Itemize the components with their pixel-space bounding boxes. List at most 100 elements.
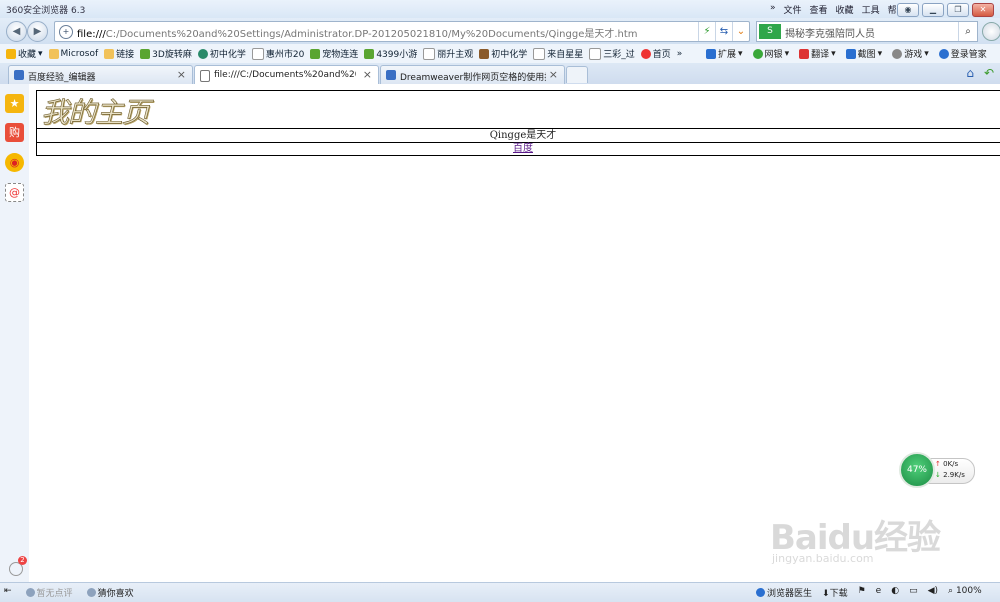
bookmark-item[interactable]: 初中化学 <box>197 47 246 60</box>
menu-bar: » 文件 查看 收藏 工具 帮助 <box>770 3 906 16</box>
star-icon <box>6 48 16 59</box>
bookmark-item[interactable]: 丽升主观 <box>423 47 473 60</box>
lightning-icon[interactable]: ⚡ <box>698 22 715 41</box>
folder-icon <box>104 48 115 59</box>
bookmark-item[interactable]: Microsof <box>48 47 98 60</box>
menu-favorites[interactable]: 收藏 <box>836 3 854 16</box>
bank-button[interactable]: 网银 ▾ <box>752 47 789 60</box>
sync-icon[interactable]: ◐ <box>891 586 899 599</box>
page-heading-text: Qingge是天才 <box>489 130 557 141</box>
browser-doctor-button[interactable]: 浏览器医生 <box>756 586 812 599</box>
bookmark-label: 丽升主观 <box>437 50 474 60</box>
login-manager-button[interactable]: 登录管家 <box>938 47 987 60</box>
search-engine-icon[interactable]: S <box>759 24 781 39</box>
bookmark-label: 初中化学 <box>491 50 528 60</box>
window-controls: ◉ ▁ ❐ ✕ <box>897 3 994 17</box>
recommend-button[interactable]: 猜你喜欢 <box>86 586 134 599</box>
bookmark-item[interactable]: 3D旋转麻 <box>140 47 192 60</box>
game-icon <box>364 48 375 59</box>
volume-icon[interactable]: ◀) <box>928 586 938 599</box>
tab-dreamweaver[interactable]: Dreamweaver制作网页空格的使用技巧_ × <box>380 65 565 85</box>
toolbar-label: 登录管家 <box>950 50 987 60</box>
bookmarks-bar: 收藏 ▾ Microsof 链接 3D旋转麻 初中化学 惠州市20 宠物连连 4… <box>0 44 1000 64</box>
menu-tools[interactable]: 工具 <box>862 3 880 16</box>
book-icon <box>479 48 490 59</box>
home-icon[interactable]: ⌂ <box>966 66 974 80</box>
new-tab-button[interactable] <box>566 66 588 83</box>
ie-mode-icon[interactable]: e <box>876 586 882 599</box>
bookmark-item[interactable]: 三彩_过 <box>589 47 635 60</box>
screenshot-icon <box>845 48 856 59</box>
close-tab-icon[interactable]: × <box>177 68 186 81</box>
toolbar-label: 截图 <box>857 50 876 60</box>
back-button[interactable]: ◀ <box>6 21 27 42</box>
search-icon[interactable]: ⌕ <box>958 22 977 41</box>
doctor-label: 浏览器医生 <box>767 589 813 599</box>
window-icon[interactable]: ▭ <box>909 586 918 599</box>
translate-button[interactable]: 翻译 ▾ <box>799 47 836 60</box>
download-button[interactable]: ⬇下载 <box>822 586 848 599</box>
zoom-level: 100% <box>955 586 982 596</box>
gamepad-icon <box>892 48 903 59</box>
minimize-button[interactable]: ▁ <box>922 3 944 17</box>
bookmark-item[interactable]: 来自星星 <box>533 47 583 60</box>
close-button[interactable]: ✕ <box>972 3 994 17</box>
shopping-icon[interactable]: 购 <box>5 123 24 142</box>
bookmark-more[interactable]: » <box>677 47 683 60</box>
toolbar-label: 扩展 <box>718 50 737 60</box>
screenshot-button[interactable]: 截图 ▾ <box>845 47 882 60</box>
bookmark-list: 收藏 ▾ Microsof 链接 3D旋转麻 初中化学 惠州市20 宠物连连 4… <box>6 47 682 60</box>
bookmark-item[interactable]: 4399小游 <box>364 47 417 60</box>
address-url[interactable]: file:///C:/Documents%20and%20Settings/Ad… <box>77 25 638 40</box>
translate-icon <box>799 48 810 59</box>
mail-icon[interactable]: @ <box>5 183 24 202</box>
bookmark-item[interactable]: 链接 <box>104 47 134 60</box>
download-value: 2.9K/s <box>943 471 965 479</box>
menu-more[interactable]: » <box>770 3 776 16</box>
bookmark-item[interactable]: 初中化学 <box>479 47 527 60</box>
tab-baidu-editor[interactable]: 百度经验_编辑器 × <box>8 65 193 85</box>
bookmark-label: 惠州市20 <box>265 50 305 60</box>
review-status[interactable]: 暂无点评 <box>25 586 73 599</box>
toolbar-right: 扩展 ▾ 网银 ▾ 翻译 ▾ 截图 ▾ 游戏 ▾ 登录管家 <box>706 47 987 60</box>
dropdown-icon[interactable]: ⌄ <box>732 22 749 41</box>
user-avatar[interactable] <box>982 22 1000 41</box>
forward-arrow-icon: ▶ <box>33 26 42 37</box>
flag-icon[interactable]: ⚑ <box>858 586 866 599</box>
bookmark-item[interactable]: 首页 <box>640 47 671 60</box>
extensions-icon <box>706 48 716 59</box>
notification-badge: 2 <box>18 556 27 565</box>
network-speed-widget[interactable]: 47% ↑ 0K/s ↓ 2.9K/s <box>899 452 975 488</box>
address-bar[interactable]: + file:///C:/Documents%20and%20Settings/… <box>54 21 750 42</box>
search-box[interactable]: S 揭秘李克强陪同人员 ⌕ <box>756 21 978 42</box>
zoom-control[interactable]: ⌕ 100% <box>948 586 982 599</box>
baidu-link[interactable]: 百度 <box>513 143 533 154</box>
close-tab-icon[interactable]: × <box>549 68 558 81</box>
menu-file[interactable]: 文件 <box>784 3 802 16</box>
toolbar-label: 游戏 <box>904 50 923 60</box>
search-input[interactable]: 揭秘李克强陪同人员 <box>785 25 875 40</box>
restore-button[interactable]: ❐ <box>947 3 969 17</box>
bookmark-item[interactable]: 惠州市20 <box>251 47 305 60</box>
tab-local-file[interactable]: file:///C:/Documents%20and%20Setti × <box>194 65 379 86</box>
extensions-button[interactable]: 扩展 ▾ <box>706 47 743 60</box>
page-favicon <box>386 70 396 80</box>
status-right: 浏览器医生 ⬇下载 ⚑ e ◐ ▭ ◀) ⌕ 100% <box>756 586 982 599</box>
refresh-icon[interactable]: ⇆ <box>715 22 732 41</box>
forward-button[interactable]: ▶ <box>27 21 48 42</box>
doctor-icon <box>756 588 765 597</box>
weibo-icon[interactable]: ◉ <box>5 153 24 172</box>
menu-view[interactable]: 查看 <box>810 3 828 16</box>
bookmark-item[interactable]: 宠物连连 <box>310 47 358 60</box>
favorites-icon[interactable]: ★ <box>5 94 24 113</box>
bookmark-favorites[interactable]: 收藏 ▾ <box>6 47 43 60</box>
tab-label: Dreamweaver制作网页空格的使用技巧_ <box>400 73 546 83</box>
undo-close-icon[interactable]: ↶ <box>984 66 994 80</box>
page-icon <box>589 47 602 60</box>
logo-row: 我的主页 <box>37 91 1000 129</box>
close-tab-icon[interactable]: × <box>363 68 372 81</box>
games-button[interactable]: 游戏 ▾ <box>892 47 929 60</box>
sidebar-toggle-icon[interactable]: ⇤ <box>4 586 12 599</box>
bookmark-label: 宠物连连 <box>322 50 359 60</box>
skin-icon[interactable]: ◉ <box>897 3 919 17</box>
